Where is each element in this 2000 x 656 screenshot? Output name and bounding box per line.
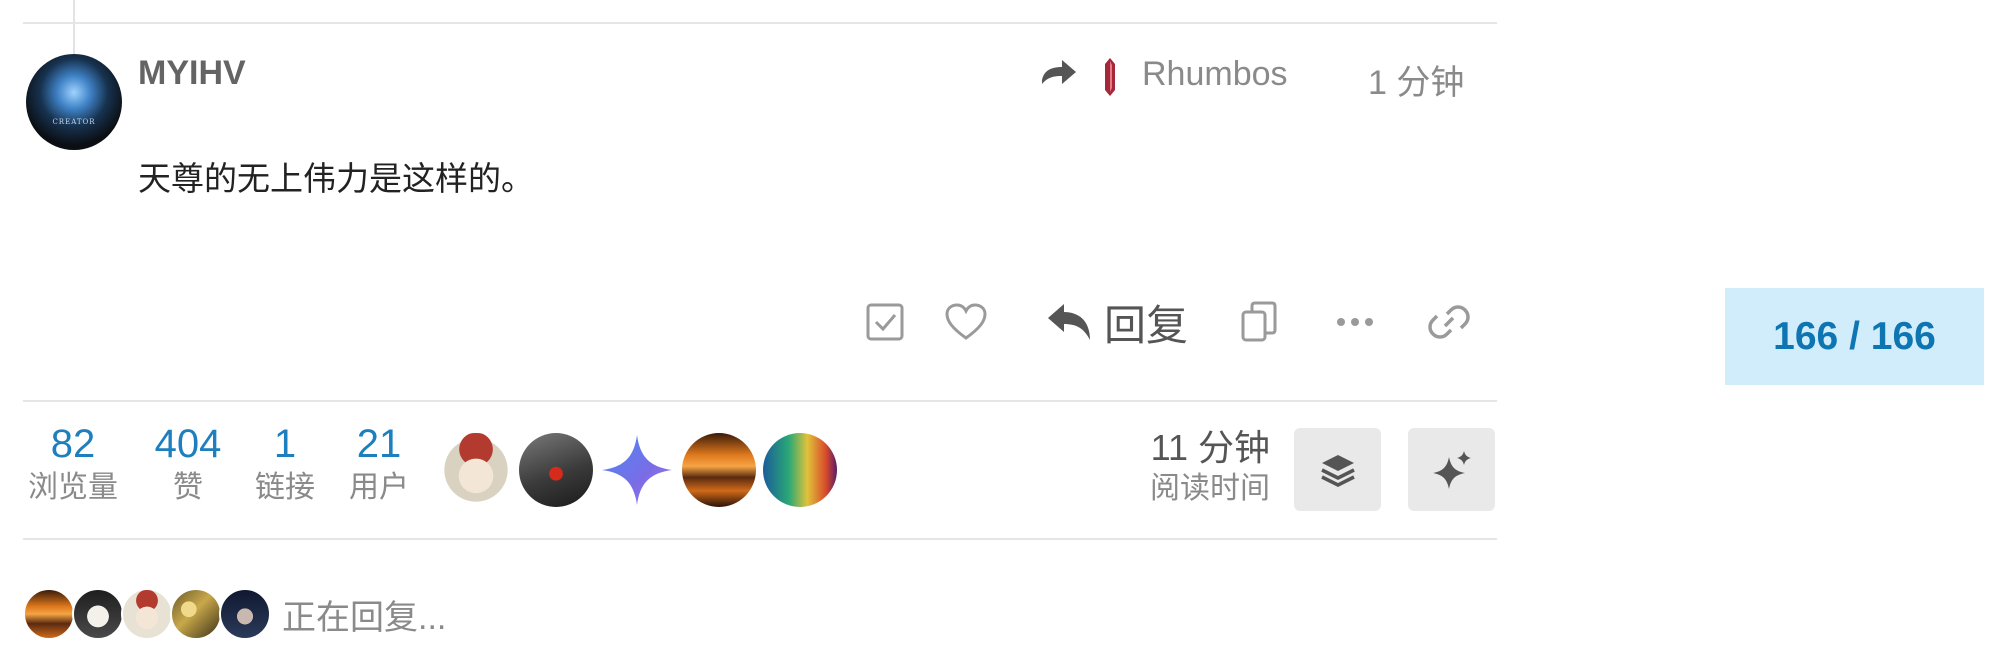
reply-to-arrow-icon (1042, 60, 1076, 84)
reply-icon (1048, 304, 1090, 340)
solution-button[interactable] (862, 294, 908, 350)
username[interactable]: MYIHV (138, 54, 246, 93)
stat-likes[interactable]: 404 赞 (140, 420, 236, 508)
reply-button[interactable]: 回复 (1046, 292, 1188, 352)
stat-links-value: 1 (273, 422, 297, 466)
post-body: 天尊的无上伟力是这样的。 (138, 160, 534, 197)
stat-likes-label: 赞 (173, 471, 203, 504)
copy-icon (1241, 301, 1277, 342)
participant-avatar[interactable] (600, 433, 674, 507)
post-divider (23, 22, 1497, 24)
participant-avatar[interactable] (439, 433, 513, 507)
typing-avatar[interactable] (219, 588, 271, 640)
stat-links-label: 链接 (255, 471, 315, 504)
read-time-label: 阅读时间 (1150, 472, 1270, 505)
more-icon (1337, 318, 1373, 326)
typing-avatar[interactable] (23, 588, 75, 640)
typing-divider (23, 538, 1497, 540)
read-time: 11 分钟 阅读时间 (1134, 426, 1270, 508)
stat-likes-value: 404 (154, 422, 222, 466)
typing-avatar[interactable] (72, 588, 124, 640)
topic-progress[interactable]: 166 / 166 (1725, 288, 1984, 385)
participant-avatar[interactable] (763, 433, 837, 507)
avatar-caption: CREATOR (52, 118, 96, 126)
stat-users-label: 用户 (349, 471, 409, 504)
participant-avatar[interactable] (682, 433, 756, 507)
read-time-value: 11 分钟 (1150, 427, 1270, 468)
copy-button[interactable] (1236, 294, 1282, 350)
avatar[interactable]: CREATOR (26, 54, 122, 150)
stat-users-value: 21 (356, 422, 402, 466)
post-time[interactable]: 1 分钟 (1368, 55, 1464, 104)
layers-icon (1320, 454, 1355, 487)
stat-views: 82 浏览量 (22, 420, 124, 508)
thread-line (73, 0, 75, 56)
typing-avatar[interactable] (121, 588, 173, 640)
stat-views-label: 浏览量 (28, 471, 118, 504)
ruby-badge-icon (1105, 58, 1115, 96)
stat-links[interactable]: 1 链接 (250, 420, 320, 508)
map-divider (23, 400, 1497, 402)
like-button[interactable] (942, 294, 990, 350)
stat-views-value: 82 (50, 422, 96, 466)
link-icon (1428, 305, 1470, 339)
reply-to-user[interactable]: Rhumbos (1142, 55, 1288, 94)
summarize-button[interactable] (1294, 428, 1381, 511)
checkbox-icon (866, 303, 904, 341)
more-button[interactable] (1332, 294, 1378, 350)
sparkle-icon (1432, 450, 1471, 489)
stat-users[interactable]: 21 用户 (344, 420, 414, 508)
ai-button[interactable] (1408, 428, 1495, 511)
reply-button-label: 回复 (1104, 301, 1189, 349)
participant-avatar[interactable] (519, 433, 593, 507)
progress-label: 166 / 166 (1773, 314, 1936, 358)
heart-icon (945, 303, 987, 340)
typing-indicator-text: 正在回复... (282, 599, 447, 637)
typing-avatar[interactable] (170, 588, 222, 640)
share-link-button[interactable] (1426, 294, 1472, 350)
